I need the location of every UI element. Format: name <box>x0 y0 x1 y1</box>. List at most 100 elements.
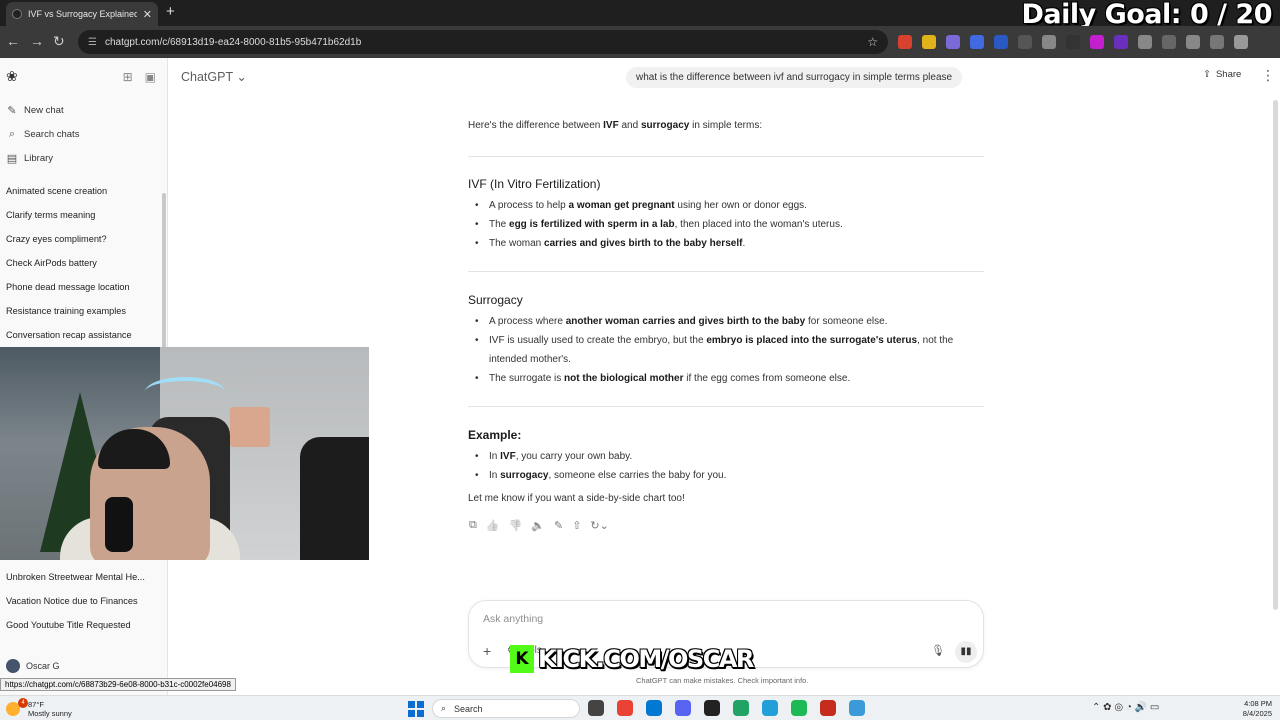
chat-history-item[interactable]: Animated scene creation <box>6 186 107 196</box>
address-bar-url[interactable]: chatgpt.com/c/68913d19-ea24-8000-81b5-95… <box>105 37 859 48</box>
share-response-icon[interactable]: ⇧ <box>572 519 581 532</box>
extension-icon[interactable] <box>922 35 936 49</box>
read-aloud-icon[interactable]: 🔈 <box>531 519 545 532</box>
chat-history-item[interactable]: Conversation recap assistance <box>6 330 132 340</box>
copy-icon[interactable]: ⧉ <box>469 519 477 532</box>
bold-text: a woman get pregnant <box>568 200 675 211</box>
model-name: ChatGPT <box>181 70 233 84</box>
kick-overlay: K KICK.COM/OSCAR <box>510 645 754 673</box>
extension-icon[interactable] <box>1090 35 1104 49</box>
extension-icon[interactable] <box>970 35 984 49</box>
user-account[interactable]: Oscar G <box>6 659 60 673</box>
weather-widget[interactable]: 4 87°F Mostly sunny <box>6 698 72 718</box>
taskbar-app-icon[interactable] <box>820 700 836 716</box>
grid-icon[interactable]: ⊞ <box>123 70 133 84</box>
list-item: A process to help a woman get pregnant u… <box>475 196 989 215</box>
wall-shelf <box>230 407 270 447</box>
chat-history-item[interactable]: Phone dead message location <box>6 282 130 292</box>
address-bar[interactable]: ☰ chatgpt.com/c/68913d19-ea24-8000-81b5-… <box>78 30 888 54</box>
user-message-bubble: what is the difference between ivf and s… <box>626 67 963 88</box>
sidebar-header: ❀ ⊞ ▣ <box>6 68 156 85</box>
extension-icon[interactable] <box>946 35 960 49</box>
chat-history-item[interactable]: Crazy eyes compliment? <box>6 234 107 244</box>
thumbs-down-icon[interactable]: 👎 <box>509 519 523 532</box>
forward-arrow-icon[interactable]: → <box>30 33 44 49</box>
browser-tab-active[interactable]: IVF vs Surrogacy Explained ✕ <box>6 2 158 26</box>
weather-desc: Mostly sunny <box>28 709 72 718</box>
model-selector[interactable]: ChatGPT ⌄ <box>181 69 247 84</box>
site-info-icon[interactable]: ☰ <box>88 37 97 48</box>
system-tray[interactable]: ⌃ ✿ ◎ ◔ 🔊 ▭ <box>1092 702 1159 713</box>
microphone <box>105 497 133 552</box>
sidebar-item-new-chat[interactable]: ✎ New chat <box>6 104 64 117</box>
taskbar-app-icon[interactable] <box>646 700 662 716</box>
list-item: The woman carries and gives birth to the… <box>475 234 989 253</box>
kick-logo-icon: K <box>510 645 534 673</box>
chat-history-item[interactable]: Clarify terms meaning <box>6 210 95 220</box>
taskbar-search[interactable]: ⌕ Search <box>432 699 580 718</box>
voice-mode-button[interactable]: ▮▮ <box>955 641 977 663</box>
extension-icon[interactable] <box>1138 35 1152 49</box>
chatgpt-favicon-icon <box>12 9 22 19</box>
taskbar-app-icon[interactable] <box>762 700 778 716</box>
taskbar-app-icon[interactable] <box>617 700 633 716</box>
bold-text: embryo is placed into the surrogate's ut… <box>706 335 918 346</box>
extension-icon[interactable] <box>1114 35 1128 49</box>
chat-history-item[interactable]: Check AirPods battery <box>6 258 97 268</box>
extension-icon[interactable] <box>1234 35 1248 49</box>
microphone-icon[interactable]: 🎙 <box>931 644 945 657</box>
extension-icon[interactable] <box>1018 35 1032 49</box>
extension-icon[interactable] <box>1162 35 1176 49</box>
notification-badge: 4 <box>18 698 28 708</box>
add-attachment-icon[interactable]: + <box>483 643 491 659</box>
sidebar-item-library[interactable]: ▤ Library <box>6 152 53 165</box>
new-tab-button[interactable]: + <box>166 3 175 20</box>
taskbar-app-icon[interactable] <box>791 700 807 716</box>
avatar <box>6 659 20 673</box>
taskbar-app-icon[interactable] <box>849 700 865 716</box>
chat-history-item[interactable]: Vacation Notice due to Finances <box>6 596 138 606</box>
sidebar-item-search-chats[interactable]: ⌕ Search chats <box>6 128 80 141</box>
system-clock[interactable]: 4:08 PM 8/4/2025 <box>1232 699 1272 719</box>
bookmark-star-icon[interactable]: ☆ <box>867 35 878 49</box>
extension-icon[interactable] <box>994 35 1008 49</box>
text-span: in simple terms: <box>689 120 763 131</box>
back-arrow-icon[interactable]: ← <box>6 33 20 49</box>
text-span: The woman <box>489 238 545 249</box>
share-button[interactable]: ⇪ Share <box>1203 69 1241 80</box>
message-input[interactable]: Ask anything <box>483 613 543 625</box>
extension-icons <box>898 35 1248 49</box>
text-span: , then placed into the woman's uterus. <box>674 219 843 230</box>
weather-temp: 87°F <box>28 700 44 709</box>
thumbs-up-icon[interactable]: 👍 <box>486 519 500 532</box>
taskbar-app-icon[interactable] <box>733 700 749 716</box>
second-chair <box>300 437 369 560</box>
edit-icon[interactable]: ✎ <box>554 519 563 532</box>
taskbar-app-icon[interactable] <box>704 700 720 716</box>
chat-history-item[interactable]: Unbroken Streetwear Mental He... <box>6 572 145 582</box>
extension-icon[interactable] <box>1042 35 1056 49</box>
extension-icon[interactable] <box>1210 35 1224 49</box>
share-icon: ⇪ <box>1203 69 1211 80</box>
sidebar-toggle-icon[interactable]: ▣ <box>145 70 156 84</box>
surrogacy-heading: Surrogacy <box>468 293 523 307</box>
extension-icon[interactable] <box>1066 35 1080 49</box>
divider <box>468 271 984 272</box>
tab-close-icon[interactable]: ✕ <box>143 8 152 21</box>
sidebar-item-label: Library <box>24 153 54 164</box>
main-scrollbar[interactable] <box>1273 100 1278 610</box>
reload-icon[interactable]: ↻ <box>53 33 65 50</box>
library-icon: ▤ <box>6 153 18 165</box>
regenerate-icon[interactable]: ↻⌄ <box>590 519 608 532</box>
chat-history-item[interactable]: Resistance training examples <box>6 306 126 316</box>
more-options-icon[interactable]: ⋮ <box>1261 67 1275 84</box>
extension-icon[interactable] <box>898 35 912 49</box>
chatgpt-logo-icon[interactable]: ❀ <box>6 68 18 85</box>
sidebar-item-label: New chat <box>24 105 64 116</box>
windows-start-icon[interactable] <box>408 701 424 717</box>
extension-icon[interactable] <box>1186 35 1200 49</box>
divider <box>468 406 984 407</box>
taskbar-app-icon[interactable] <box>675 700 691 716</box>
taskbar-app-icon[interactable] <box>588 700 604 716</box>
chat-history-item[interactable]: Good Youtube Title Requested <box>6 620 131 630</box>
